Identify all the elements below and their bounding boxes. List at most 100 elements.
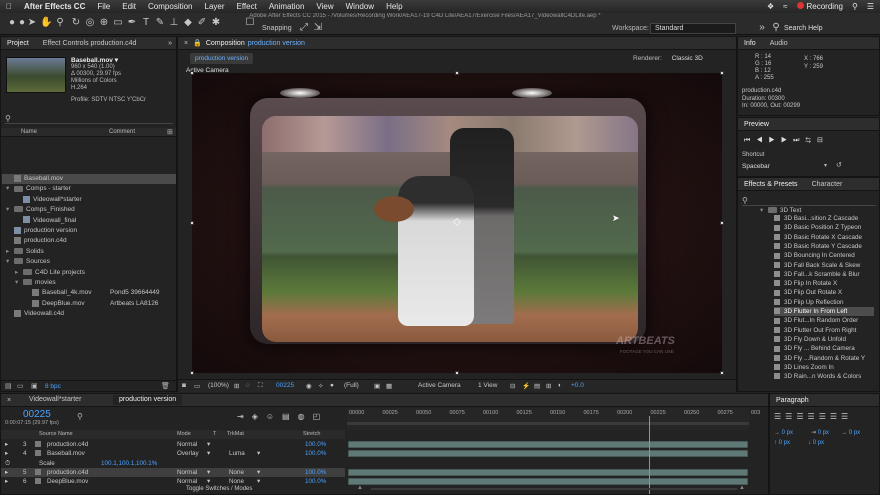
new-comp-icon[interactable]: ▣ bbox=[31, 382, 38, 390]
trkmat-select[interactable]: None bbox=[229, 468, 244, 477]
justify-right-icon[interactable]: ☰ bbox=[830, 412, 841, 421]
project-item[interactable]: ▾ movies bbox=[2, 278, 176, 288]
interpret-footage-icon[interactable]: ▤ bbox=[5, 382, 12, 390]
timeline-layer-row[interactable]: ▸ 6 DeepBlue.mov Normal ▾ None ▾ 100.0% bbox=[1, 477, 345, 486]
expand-panel-icon[interactable]: » bbox=[756, 22, 768, 34]
tab-character[interactable]: Character bbox=[812, 181, 843, 188]
frame-blending-icon[interactable]: ▤ bbox=[282, 412, 298, 421]
stretch-value[interactable]: 100.0% bbox=[305, 440, 326, 449]
timeline-search-icon[interactable]: ⚲ bbox=[77, 412, 83, 421]
region-icon[interactable]: ⛶ bbox=[258, 382, 263, 390]
align-left-icon[interactable]: ☰ bbox=[774, 412, 785, 421]
timeline-timecode[interactable]: 00225 bbox=[23, 409, 51, 420]
project-item[interactable]: DeepBlue.mov Artbeats LA8126 bbox=[2, 299, 176, 309]
menu-composition[interactable]: Composition bbox=[148, 2, 192, 11]
view-layout-select[interactable]: 1 View bbox=[478, 382, 497, 389]
prev-frame-icon[interactable]: ◀ bbox=[756, 137, 768, 144]
comp-navigator-tab[interactable]: production version bbox=[190, 53, 254, 64]
effect-preset-item[interactable]: 3D Flip Up Reflection bbox=[774, 298, 874, 307]
menu-effect[interactable]: Effect bbox=[237, 2, 257, 11]
scale-value[interactable]: 100.1,100.1,100.1% bbox=[101, 459, 157, 468]
timeline-icon[interactable]: ▤ bbox=[534, 382, 540, 390]
effect-preset-item[interactable]: 3D Flip In Rotate X bbox=[774, 279, 874, 288]
col-source-name[interactable]: Source Name bbox=[39, 431, 73, 437]
chevron-down-icon[interactable]: ▾ bbox=[207, 449, 210, 458]
chevron-down-icon[interactable]: ▾ bbox=[207, 440, 210, 449]
disclosure-triangle-icon[interactable]: ▾ bbox=[6, 205, 14, 215]
tab-effects-presets[interactable]: Effects & Presets bbox=[744, 181, 798, 188]
effect-preset-item[interactable]: 3D Flip Out Rotate X bbox=[774, 288, 874, 297]
composition-tab-prefix[interactable]: Composition bbox=[206, 40, 245, 47]
toggle-switches-modes[interactable]: Toggle Switches / Modes bbox=[186, 486, 252, 492]
effect-preset-item[interactable]: 3D Fly Down & Unfold bbox=[774, 335, 874, 344]
puppet-tool-icon[interactable]: ✱ bbox=[210, 17, 222, 29]
next-frame-icon[interactable]: ▶ bbox=[781, 137, 793, 144]
bit-depth-label[interactable]: 8 bpc bbox=[45, 383, 61, 390]
zoom-slider[interactable] bbox=[371, 488, 737, 490]
snapshot-icon[interactable]: ◉ bbox=[306, 382, 312, 390]
layer-handle-mr[interactable] bbox=[720, 221, 724, 225]
timeline-layer-row[interactable]: ▸ 3 production.c4d Normal ▾ 100.0% bbox=[1, 440, 345, 449]
tab-audio[interactable]: Audio bbox=[770, 40, 788, 47]
first-frame-icon[interactable]: ⏮ bbox=[744, 137, 756, 144]
layer-duration-bar[interactable] bbox=[348, 450, 748, 458]
project-item[interactable]: ▸ C4D Lite projects bbox=[2, 268, 176, 278]
layer-mode-select[interactable]: Overlay bbox=[177, 449, 199, 458]
stretch-value[interactable]: 100.0% bbox=[305, 468, 326, 477]
tab-effect-controls[interactable]: Effect Controls production.c4d bbox=[43, 40, 137, 47]
chevron-down-icon[interactable]: ▾ bbox=[207, 468, 210, 477]
space-after-value[interactable]: 0 px bbox=[813, 440, 824, 446]
composition-tab-name[interactable]: production version bbox=[248, 40, 305, 47]
reset-icon[interactable]: ↺ bbox=[836, 161, 842, 169]
project-item[interactable]: Videowall_final bbox=[2, 216, 176, 226]
motion-blur-icon[interactable]: ◍ bbox=[298, 412, 313, 421]
disclosure-triangle-icon[interactable]: ▾ bbox=[760, 207, 768, 214]
align-center-icon[interactable]: ☰ bbox=[785, 412, 796, 421]
chevron-down-icon[interactable]: ▾ bbox=[257, 477, 260, 486]
flowchart-icon[interactable]: ⊞ bbox=[167, 128, 173, 136]
tab-production-version[interactable]: production version bbox=[113, 395, 183, 405]
menu-list-icon[interactable]: ☰ bbox=[867, 2, 874, 11]
justify-left-icon[interactable]: ☰ bbox=[808, 412, 819, 421]
disclosure-triangle-icon[interactable]: ▸ bbox=[15, 268, 23, 278]
comp-mini-flowchart-icon[interactable]: ⇥ bbox=[237, 412, 252, 421]
layer-handle-tl[interactable] bbox=[190, 71, 194, 75]
folder-3d-text[interactable]: ▾ 3D Text bbox=[760, 207, 801, 214]
shortcut-select[interactable]: Spacebar bbox=[742, 162, 832, 172]
layer-handle-tc[interactable] bbox=[455, 71, 459, 75]
visibility-eye-icon[interactable]: ▸ bbox=[5, 449, 8, 458]
zoom-in-icon[interactable]: ▲ bbox=[739, 485, 745, 491]
disclosure-triangle-icon[interactable]: ▸ bbox=[6, 247, 14, 257]
renderer-value[interactable]: Classic 3D bbox=[672, 55, 703, 62]
rotate-tool-icon[interactable]: ↻ bbox=[70, 17, 82, 29]
timeline-layer-row[interactable]: ▸ 5 production.c4d Normal ▾ None ▾ 100.0% bbox=[1, 467, 345, 477]
justify-all-icon[interactable]: ☰ bbox=[841, 412, 852, 421]
grid-icon[interactable]: ⊞ bbox=[234, 382, 239, 390]
exposure-value[interactable]: +0.0 bbox=[571, 382, 584, 389]
effect-preset-item[interactable]: 3D Lines Zoom In bbox=[774, 363, 874, 372]
layer-handle-ml[interactable] bbox=[190, 221, 194, 225]
effect-preset-item[interactable]: 3D Basic Rotate X Cascade bbox=[774, 233, 874, 242]
panel-menu-icon[interactable]: » bbox=[168, 40, 172, 47]
project-item[interactable]: Videowall.c4d bbox=[2, 309, 176, 319]
tab-info[interactable]: Info bbox=[744, 40, 756, 47]
visibility-eye-icon[interactable]: ▸ bbox=[5, 440, 8, 449]
show-snapshot-icon[interactable]: ✧ bbox=[318, 382, 323, 390]
monitor-icon[interactable]: ▭ bbox=[194, 382, 200, 390]
tab-videowall-starter[interactable]: Videowall*starter bbox=[25, 395, 85, 405]
menu-layer[interactable]: Layer bbox=[205, 2, 225, 11]
snap-edges-icon[interactable]: ⇲ bbox=[312, 22, 324, 34]
always-preview-icon[interactable]: ◙ bbox=[182, 382, 186, 389]
menu-animation[interactable]: Animation bbox=[269, 2, 305, 11]
effects-search-input[interactable]: ⚲ bbox=[742, 196, 876, 206]
column-name[interactable]: Name bbox=[21, 129, 37, 135]
roto-brush-tool-icon[interactable]: ✐ bbox=[196, 17, 208, 29]
menu-view[interactable]: View bbox=[316, 2, 333, 11]
timeline-property-row[interactable]: ⏱ Scale 100.1,100.1,100.1% bbox=[1, 459, 345, 468]
last-frame-icon[interactable]: ⏭ bbox=[793, 137, 805, 144]
project-item[interactable]: ▸ Solids bbox=[2, 247, 176, 257]
shy-icon[interactable]: ☺ bbox=[266, 412, 282, 421]
stretch-value[interactable]: 100.0% bbox=[305, 477, 326, 486]
stopwatch-icon[interactable]: ⏱ bbox=[5, 459, 10, 468]
delete-icon[interactable]: 🗑 bbox=[161, 382, 170, 390]
